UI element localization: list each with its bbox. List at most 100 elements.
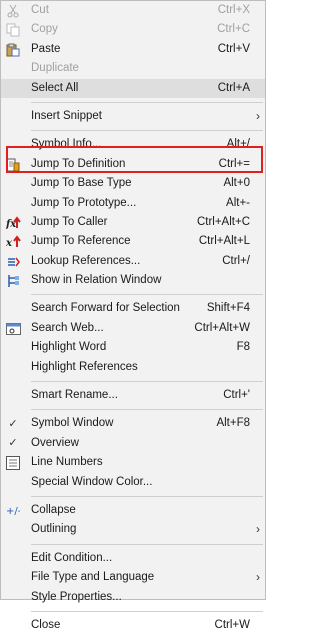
menu-separator bbox=[1, 290, 265, 299]
menu-separator bbox=[1, 98, 265, 107]
paste-icon bbox=[5, 42, 21, 58]
menu-item-shortcut: Ctrl+V bbox=[217, 42, 250, 55]
submenu-arrow-icon: › bbox=[256, 522, 260, 537]
jump-definition-icon bbox=[5, 157, 21, 173]
menu-item-label: Lookup References... bbox=[31, 254, 141, 267]
menu-item-search-forward[interactable]: Search Forward for Selection Shift+F4 bbox=[1, 299, 265, 318]
submenu-arrow-icon: › bbox=[256, 108, 260, 123]
menu-item-paste[interactable]: Paste Ctrl+V bbox=[1, 40, 265, 59]
menu-item-label: Collapse bbox=[31, 503, 76, 516]
jump-caller-icon: fx bbox=[5, 215, 21, 231]
menu-item-label: Search Forward for Selection bbox=[31, 302, 180, 315]
menu-item-label: Highlight References bbox=[31, 360, 138, 373]
menu-item-shortcut: Alt+0 bbox=[223, 177, 250, 190]
menu-item-label: Select All bbox=[31, 81, 79, 94]
menu-item-jump-to-caller[interactable]: fx Jump To Caller Ctrl+Alt+C bbox=[1, 213, 265, 232]
menu-item-jump-to-base-type[interactable]: Jump To Base Type Alt+0 bbox=[1, 174, 265, 193]
menu-item-symbol-info[interactable]: Symbol Info... Alt+/ bbox=[1, 135, 265, 154]
collapse-icon: +/- bbox=[5, 503, 21, 519]
menu-item-search-web[interactable]: Search Web... Ctrl+Alt+W bbox=[1, 319, 265, 338]
menu-item-label: Paste bbox=[31, 42, 61, 55]
menu-item-shortcut: Ctrl+= bbox=[218, 157, 250, 170]
menu-item-special-window-color[interactable]: Special Window Color... bbox=[1, 473, 265, 492]
menu-item-label: Cut bbox=[31, 4, 49, 16]
menu-item-label: Overview bbox=[31, 436, 79, 449]
menu-separator bbox=[1, 492, 265, 501]
menu-item-jump-to-prototype[interactable]: Jump To Prototype... Alt+- bbox=[1, 194, 265, 213]
menu-item-shortcut: Alt+F8 bbox=[216, 417, 250, 430]
menu-item-show-in-relation-window[interactable]: Show in Relation Window bbox=[1, 271, 265, 290]
menu-separator bbox=[1, 540, 265, 549]
menu-item-label: Jump To Reference bbox=[31, 235, 131, 248]
context-menu: Cut Ctrl+X Copy Ctrl+C Paste Ctrl+V Dupl… bbox=[0, 0, 266, 631]
menu-item-label: File Type and Language bbox=[31, 571, 155, 584]
menu-item-shortcut: Ctrl+Alt+L bbox=[198, 235, 250, 248]
menu-item-copy[interactable]: Copy Ctrl+C bbox=[1, 20, 265, 39]
menu-separator bbox=[1, 126, 265, 135]
menu-item-shortcut: Shift+F4 bbox=[206, 302, 250, 315]
svg-text:+/-: +/- bbox=[6, 506, 20, 517]
menu-item-label: Duplicate bbox=[31, 62, 79, 75]
menu-item-line-numbers[interactable]: Line Numbers bbox=[1, 453, 265, 472]
menu-item-label: Jump To Definition bbox=[31, 157, 126, 170]
menu-item-label: Jump To Prototype... bbox=[31, 196, 137, 209]
svg-text:x: x bbox=[6, 238, 13, 249]
menu-item-edit-condition[interactable]: Edit Condition... bbox=[1, 549, 265, 568]
menu-item-shortcut: Ctrl+/ bbox=[222, 254, 250, 267]
menu-item-label: Symbol Info... bbox=[31, 138, 102, 151]
menu-separator bbox=[1, 607, 265, 616]
menu-item-label: Edit Condition... bbox=[31, 551, 113, 564]
menu-item-label: Line Numbers bbox=[31, 456, 103, 469]
menu-separator bbox=[1, 405, 265, 414]
menu-item-outlining[interactable]: Outlining › bbox=[1, 520, 265, 539]
menu-item-style-properties[interactable]: Style Properties... bbox=[1, 588, 265, 607]
menu-item-smart-rename[interactable]: Smart Rename... Ctrl+' bbox=[1, 386, 265, 405]
menu-item-jump-to-reference[interactable]: x Jump To Reference Ctrl+Alt+L bbox=[1, 232, 265, 251]
menu-item-label: Show in Relation Window bbox=[31, 274, 162, 287]
menu-item-highlight-references[interactable]: Highlight References bbox=[1, 358, 265, 377]
copy-icon bbox=[5, 22, 21, 38]
menu-item-shortcut: Ctrl+Alt+C bbox=[196, 215, 250, 228]
menu-item-shortcut: Ctrl+' bbox=[223, 389, 250, 402]
menu-item-label: Copy bbox=[31, 23, 58, 36]
scissors-icon bbox=[5, 3, 21, 19]
menu-item-file-type-language[interactable]: File Type and Language › bbox=[1, 568, 265, 587]
menu-item-label: Search Web... bbox=[31, 321, 104, 334]
checkmark-icon: ✓ bbox=[8, 417, 18, 430]
search-web-icon bbox=[5, 321, 21, 337]
line-numbers-icon bbox=[5, 455, 21, 471]
menu-item-symbol-window[interactable]: ✓ Symbol Window Alt+F8 bbox=[1, 414, 265, 433]
jump-reference-icon: x bbox=[5, 234, 21, 250]
lookup-references-icon bbox=[5, 254, 21, 270]
menu-list: Cut Ctrl+X Copy Ctrl+C Paste Ctrl+V Dupl… bbox=[1, 1, 265, 635]
menu-item-close[interactable]: Close Ctrl+W bbox=[1, 616, 265, 635]
menu-item-label: Close bbox=[31, 618, 61, 631]
menu-item-select-all[interactable]: Select All Ctrl+A bbox=[1, 78, 265, 98]
menu-item-label: Jump To Caller bbox=[31, 215, 108, 228]
menu-item-shortcut: Alt+- bbox=[226, 196, 250, 209]
menu-item-jump-to-definition[interactable]: Jump To Definition Ctrl+= bbox=[1, 155, 265, 174]
menu-item-collapse[interactable]: +/- Collapse bbox=[1, 501, 265, 520]
menu-item-label: Highlight Word bbox=[31, 341, 107, 354]
submenu-arrow-icon: › bbox=[256, 570, 260, 585]
menu-item-shortcut: F8 bbox=[236, 341, 250, 354]
menu-item-label: Jump To Base Type bbox=[31, 177, 132, 190]
menu-item-shortcut: Ctrl+A bbox=[217, 81, 250, 94]
menu-item-shortcut: Ctrl+X bbox=[217, 4, 250, 16]
menu-item-duplicate[interactable]: Duplicate bbox=[1, 59, 265, 78]
menu-item-shortcut: Ctrl+C bbox=[217, 23, 250, 36]
checkmark-icon: ✓ bbox=[8, 437, 18, 450]
menu-item-overview[interactable]: ✓ Overview bbox=[1, 434, 265, 453]
menu-item-cut[interactable]: Cut Ctrl+X bbox=[1, 1, 265, 20]
menu-item-label: Symbol Window bbox=[31, 417, 114, 430]
menu-item-label: Special Window Color... bbox=[31, 475, 153, 488]
menu-item-lookup-references[interactable]: Lookup References... Ctrl+/ bbox=[1, 252, 265, 271]
menu-separator bbox=[1, 377, 265, 386]
menu-item-shortcut: Alt+/ bbox=[226, 138, 250, 151]
menu-item-label: Smart Rename... bbox=[31, 389, 118, 402]
menu-item-shortcut: Ctrl+W bbox=[214, 618, 250, 631]
relation-window-icon bbox=[5, 273, 21, 289]
menu-item-insert-snippet[interactable]: Insert Snippet › bbox=[1, 107, 265, 126]
menu-item-highlight-word[interactable]: Highlight Word F8 bbox=[1, 338, 265, 357]
menu-item-shortcut: Ctrl+Alt+W bbox=[194, 321, 250, 334]
